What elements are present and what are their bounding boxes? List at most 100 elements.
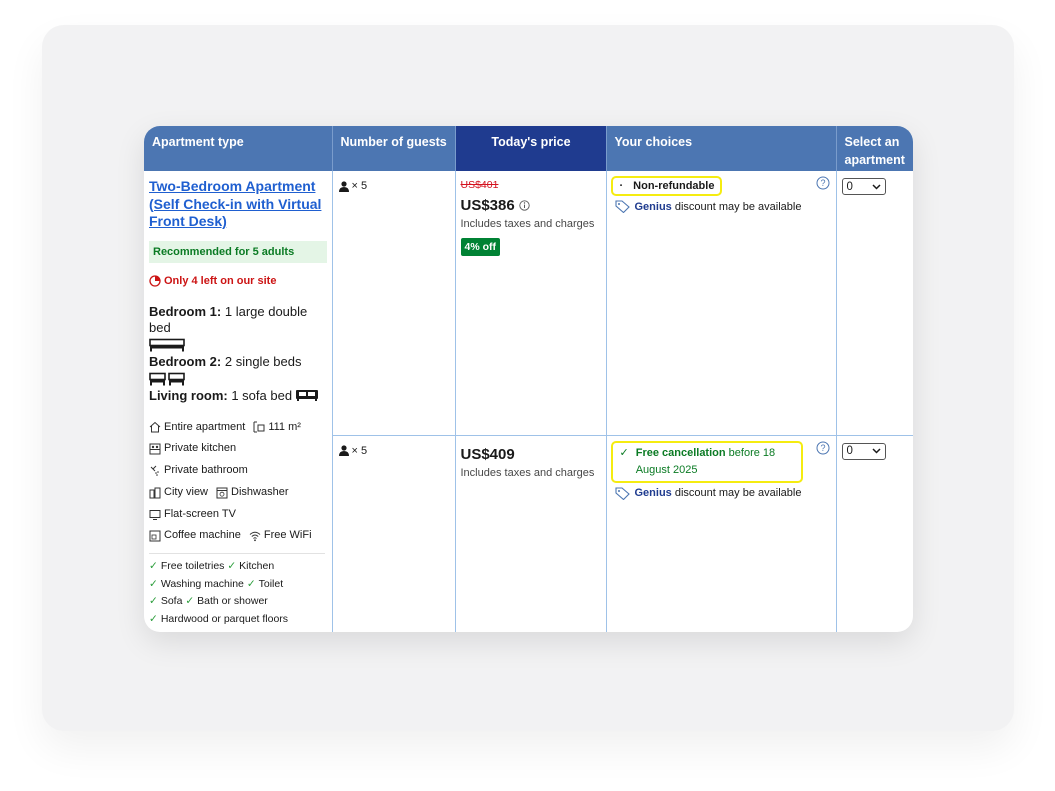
tag-icon	[614, 486, 630, 500]
header-select-line2: apartment	[844, 153, 905, 167]
policy-non-refundable: Non-refundable	[633, 180, 715, 192]
wifi-icon	[249, 532, 261, 542]
original-price-1: US$401	[460, 179, 499, 191]
room-info-cell: Two-Bedroom Apartment (Self Check-in wit…	[144, 171, 333, 632]
amenities-list: ✓ Free toiletries ✓ Kitchen ✓ Washing machi…	[149, 558, 327, 628]
bedroom-1-label: Bedroom 1:	[149, 303, 222, 319]
choices-cell-2: ✓ Free cancellation before 18 August 202…	[606, 435, 837, 632]
room-name-link[interactable]: Two-Bedroom Apartment (Self Check-in wit…	[149, 178, 327, 231]
facility-free-wifi: Free WiFi	[249, 525, 312, 547]
check-icon: ✓	[149, 595, 158, 608]
kitchen-icon	[149, 443, 161, 455]
policy-highlight-1: · Non-refundable	[610, 176, 723, 196]
amenity-floors: Hardwood or parquet floors	[160, 612, 289, 625]
header-price: Today's price	[455, 126, 607, 171]
apartment-quantity-select-1[interactable]: 0	[841, 178, 886, 195]
discount-badge: 4% off	[460, 238, 500, 256]
select-value-2: 0	[846, 445, 853, 457]
guests-count-1: × 5	[351, 180, 368, 192]
facility-size: 111 m²	[253, 417, 301, 439]
availability-text: Only 4 left on our site	[164, 274, 277, 287]
genius-text-2: discount may be available	[674, 487, 802, 499]
header-select: Select an apartment	[836, 126, 913, 171]
help-icon[interactable]: ?	[816, 441, 830, 455]
check-icon: ✓	[185, 595, 195, 608]
amenity-toilet: Toilet	[258, 577, 284, 590]
facility-dishwasher: Dishwasher	[216, 482, 288, 504]
chevron-down-icon	[871, 448, 881, 454]
facility-private-bathroom: Private bathroom	[149, 460, 248, 482]
svg-text:?: ?	[820, 443, 825, 453]
bedroom-2: Bedroom 2: 2 single beds	[149, 354, 327, 386]
bedroom-1: Bedroom 1: 1 large double bed	[149, 304, 327, 352]
guests-cell-1: × 5	[332, 171, 456, 436]
taxes-note-1: Includes taxes and charges	[460, 218, 595, 230]
facilities-list: Entire apartment 111 m² Private kitchen	[149, 417, 327, 548]
select-value-1: 0	[846, 180, 853, 193]
room-table: Apartment type Number of guests Today's …	[144, 126, 913, 632]
genius-label-2: Genius	[634, 487, 672, 499]
price-cell-2: US$409 Includes taxes and charges	[455, 435, 607, 632]
header-choices: Your choices	[606, 126, 837, 171]
check-icon: ✓	[149, 612, 158, 625]
guests-count-2: × 5	[351, 444, 368, 457]
house-icon	[149, 422, 161, 433]
bedroom-2-label: Bedroom 2:	[149, 353, 222, 369]
guests-cell-2: × 5	[332, 435, 456, 632]
facility-flat-screen-tv: Flat-screen TV	[149, 504, 236, 526]
person-icon	[338, 180, 349, 192]
select-cell-1: 0	[836, 171, 913, 436]
current-price-1: US$386	[461, 197, 601, 214]
facility-coffee-machine: Coffee machine	[149, 525, 241, 547]
facility-private-kitchen: Private kitchen	[149, 438, 236, 460]
shower-icon	[150, 465, 159, 476]
policy-free-cancellation: Free cancellation	[635, 446, 726, 459]
person-icon	[338, 445, 349, 456]
facility-city-view: City view	[149, 482, 208, 504]
amenity-sofa: Sofa	[160, 595, 183, 608]
check-icon: ✓	[227, 560, 237, 573]
living-room: Living room: 1 sofa bed	[149, 388, 327, 403]
tv-icon	[149, 509, 161, 520]
price-value-1: US$386	[460, 197, 515, 214]
recommended-badge: Recommended for 5 adults	[149, 240, 327, 263]
help-icon[interactable]: ?	[816, 176, 830, 190]
apartment-quantity-select-2[interactable]: 0	[841, 442, 886, 460]
header-apartment-type: Apartment type	[144, 126, 333, 171]
check-icon: ✓	[619, 446, 629, 459]
living-room-beds: 1 sofa bed	[231, 387, 293, 403]
taxes-note-2: Includes taxes and charges	[460, 466, 595, 479]
header-guests: Number of guests	[332, 126, 456, 171]
double-bed-icon	[149, 338, 185, 351]
room-size-icon	[253, 421, 265, 433]
svg-text:?: ?	[820, 178, 825, 188]
bedroom-2-beds: 2 single beds	[224, 353, 302, 369]
header-select-line1: Select an	[844, 135, 900, 149]
genius-text-1: discount may be available	[674, 200, 802, 213]
room-table-card: Apartment type Number of guests Today's …	[144, 126, 913, 632]
availability-warning: Only 4 left on our site	[149, 275, 327, 287]
dishwasher-icon	[216, 487, 228, 499]
sofa-bed-icon	[296, 390, 319, 401]
select-cell-2: 0	[836, 435, 913, 632]
price-cell-1: US$401 US$386 Includes taxes and charges…	[455, 171, 607, 436]
city-icon	[149, 487, 161, 499]
amenity-toiletries: Free toiletries	[160, 560, 225, 573]
check-icon: ✓	[246, 577, 256, 590]
amenity-bath: Bath or shower	[197, 595, 268, 608]
single-beds-icon	[149, 372, 185, 385]
genius-label-1: Genius	[634, 200, 672, 213]
check-icon: ✓	[149, 560, 158, 573]
policy-highlight-2: ✓ Free cancellation before 18 August 202…	[610, 440, 803, 483]
facility-entire-apartment: Entire apartment	[149, 417, 245, 439]
info-icon[interactable]	[519, 200, 530, 211]
current-price-2: US$409	[461, 446, 601, 463]
genius-note-1: Genius discount may be available	[611, 200, 831, 213]
amenity-washing-machine: Washing machine	[160, 577, 244, 590]
check-icon: ✓	[149, 577, 158, 590]
clock-alert-icon	[149, 274, 161, 287]
bullet-icon: ·	[619, 180, 624, 192]
tag-icon	[614, 200, 630, 213]
living-room-label: Living room:	[149, 387, 228, 403]
amenity-kitchen: Kitchen	[239, 560, 275, 573]
